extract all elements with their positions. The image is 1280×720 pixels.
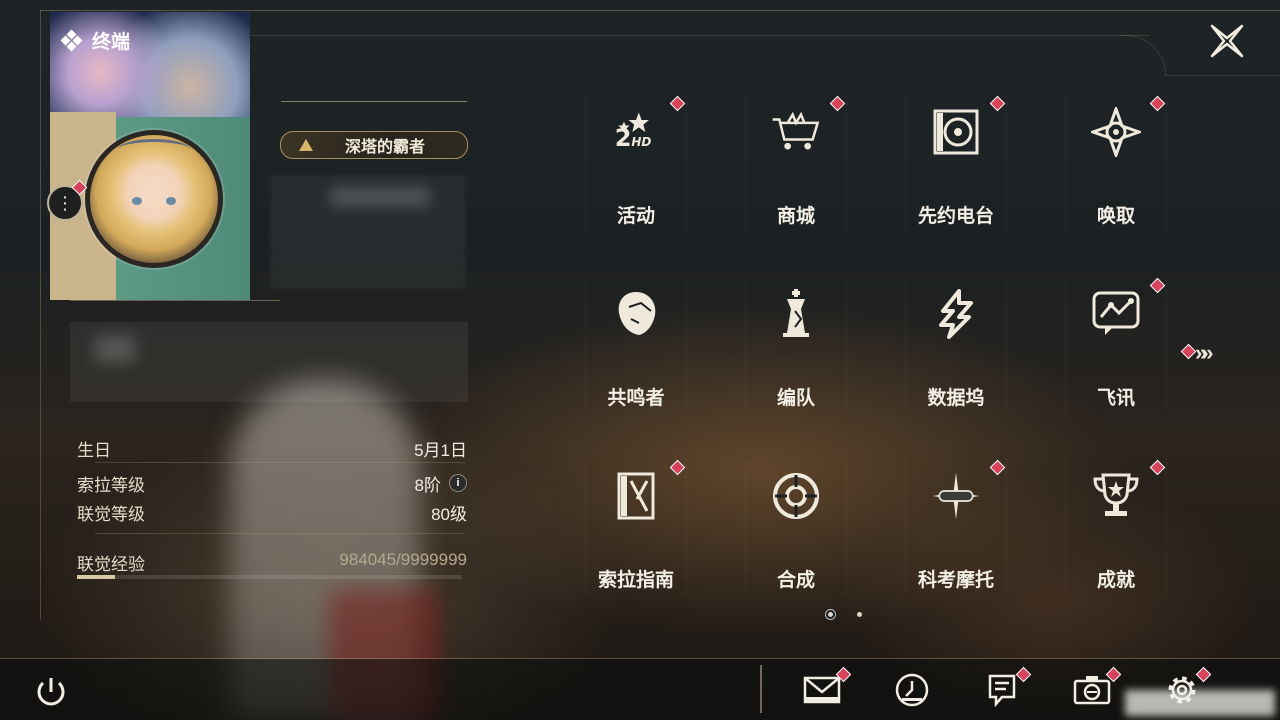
frame-line-bottom bbox=[0, 658, 1280, 659]
menu-tile-radio[interactable]: 先约电台 bbox=[905, 95, 1007, 229]
synthesis-ring-icon bbox=[771, 471, 821, 521]
stat-key: 联觉等级 bbox=[77, 504, 145, 524]
motorcycle-icon bbox=[931, 471, 981, 521]
clock-icon bbox=[895, 673, 929, 707]
watermark bbox=[1125, 690, 1275, 716]
terminal-diamond-icon bbox=[60, 29, 83, 51]
stat-key: 索拉等级 bbox=[77, 475, 145, 495]
exp-progress-fill bbox=[77, 575, 115, 579]
close-icon bbox=[1210, 24, 1244, 58]
profile-card[interactable] bbox=[50, 12, 250, 300]
avatar-thorn-crown bbox=[118, 139, 190, 160]
notice-icon bbox=[988, 674, 1016, 707]
menu-tile-label: 共鸣者 bbox=[607, 388, 665, 409]
frame-line-top bbox=[40, 10, 1280, 11]
exp-progress-bar bbox=[77, 575, 462, 579]
next-page-arrow-icon[interactable]: »» bbox=[1195, 340, 1214, 366]
event-2hd-icon: 2 HD bbox=[611, 107, 661, 157]
menu-tile-label: 索拉指南 bbox=[597, 570, 674, 591]
mail-icon bbox=[803, 676, 841, 704]
power-icon bbox=[37, 678, 65, 706]
menu-tile-events[interactable]: 2 HD 活动 bbox=[585, 95, 687, 229]
radio-record-icon bbox=[931, 107, 981, 157]
resonator-head-icon bbox=[611, 289, 661, 339]
frame-line-right bbox=[1165, 75, 1280, 76]
menu-tile-label: 科考摩托 bbox=[917, 570, 994, 591]
page-dot[interactable] bbox=[857, 612, 862, 617]
player-signature-blurred[interactable] bbox=[70, 322, 468, 402]
data-bank-icon bbox=[931, 289, 981, 339]
menu-tile-motorcycle[interactable]: 科考摩托 bbox=[905, 459, 1007, 593]
guide-book-icon bbox=[611, 471, 661, 521]
menu-tile-convene[interactable]: 唤取 bbox=[1065, 95, 1167, 229]
stat-value: 5月1日 bbox=[414, 440, 467, 460]
mail-button[interactable] bbox=[802, 672, 842, 708]
stat-value: 80级 bbox=[431, 504, 467, 524]
more-vertical-icon: ⋮ bbox=[56, 193, 74, 213]
info-icon[interactable]: i bbox=[449, 474, 467, 492]
title-divider bbox=[281, 101, 467, 102]
menu-tile-achievements[interactable]: 成就 bbox=[1065, 459, 1167, 593]
svg-text:HD: HD bbox=[631, 135, 651, 149]
title-triangle-icon bbox=[299, 139, 313, 151]
menu-tile-label: 数据坞 bbox=[927, 388, 985, 409]
player-name-blurred bbox=[270, 175, 466, 289]
exp-label: 联觉经验 bbox=[77, 555, 145, 574]
menu-tile-synthesis[interactable]: 合成 bbox=[745, 459, 847, 593]
menu-tile-team[interactable]: 编队 bbox=[745, 277, 847, 411]
notice-button[interactable] bbox=[982, 672, 1022, 708]
menu-tile-messages[interactable]: 飞讯 bbox=[1065, 277, 1167, 411]
menu-tile-label: 编队 bbox=[776, 388, 815, 409]
page-dot[interactable] bbox=[828, 612, 833, 617]
camera-button[interactable] bbox=[1072, 672, 1112, 708]
bottom-divider bbox=[760, 665, 762, 713]
avatar[interactable] bbox=[85, 130, 223, 268]
frame-line-inner bbox=[250, 35, 1150, 36]
close-button[interactable] bbox=[1208, 22, 1246, 60]
menu-tile-shop[interactable]: 商城 bbox=[745, 95, 847, 229]
message-chat-icon bbox=[1091, 289, 1141, 339]
player-title-badge[interactable]: 深塔的霸者 bbox=[280, 131, 468, 159]
page-indicator bbox=[828, 612, 862, 617]
menu-tile-label: 成就 bbox=[1096, 570, 1135, 591]
exp-value: 984045/9999999 bbox=[339, 550, 467, 569]
clock-button[interactable] bbox=[892, 672, 932, 708]
menu-tile-label: 先约电台 bbox=[917, 206, 994, 227]
frame-line-left bbox=[40, 10, 41, 620]
menu-grid: 2 HD 活动 商城 先约电台 唤取 共鸣者 编队 数据坞 飞讯 索拉指南 合成… bbox=[585, 95, 1167, 595]
menu-tile-label: 商城 bbox=[776, 206, 815, 227]
stat-row-sola-level: 索拉等级 8阶 i bbox=[77, 471, 467, 495]
power-button[interactable] bbox=[33, 674, 69, 710]
chess-team-icon bbox=[771, 289, 821, 339]
avatar-eyes bbox=[130, 197, 178, 207]
camera-icon bbox=[1073, 676, 1111, 705]
stat-row-birthday: 生日 5月1日 bbox=[77, 436, 467, 460]
menu-tile-databank[interactable]: 数据坞 bbox=[905, 277, 1007, 411]
player-title-text: 深塔的霸者 bbox=[345, 139, 426, 156]
stat-value: 8阶 bbox=[414, 475, 441, 495]
menu-tile-label: 合成 bbox=[776, 570, 815, 591]
stat-row-union-level: 联觉等级 80级 bbox=[77, 500, 467, 524]
menu-tile-resonators[interactable]: 共鸣者 bbox=[585, 277, 687, 411]
shop-cart-icon bbox=[771, 107, 821, 157]
trophy-icon bbox=[1091, 471, 1141, 521]
card-underline bbox=[70, 300, 280, 301]
menu-tile-label: 飞讯 bbox=[1096, 388, 1135, 409]
menu-tile-label: 唤取 bbox=[1096, 206, 1135, 227]
convene-compass-icon bbox=[1091, 107, 1141, 157]
section-title-label: 终端 bbox=[92, 32, 131, 53]
stat-key: 生日 bbox=[77, 440, 111, 460]
menu-tile-guide[interactable]: 索拉指南 bbox=[585, 459, 687, 593]
menu-tile-label: 活动 bbox=[616, 206, 655, 227]
section-title: 终端 bbox=[60, 27, 131, 54]
